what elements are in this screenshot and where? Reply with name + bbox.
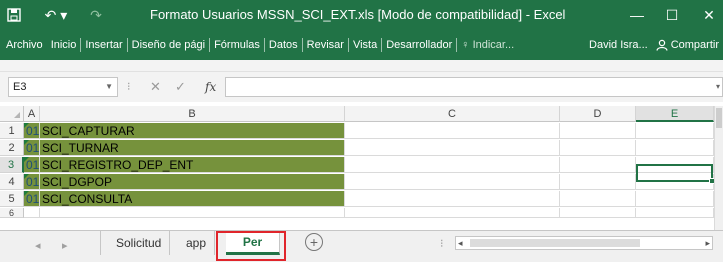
tab-diseno[interactable]: Diseño de pági	[128, 30, 209, 60]
tell-me-box[interactable]: ♀ Indicar...	[457, 30, 518, 60]
cell-e2[interactable]	[636, 140, 714, 156]
annotation-highlight-box	[216, 231, 286, 261]
tab-vista[interactable]: Vista	[349, 30, 381, 60]
minimize-button[interactable]: —	[620, 0, 654, 30]
cell-c6[interactable]	[345, 208, 560, 218]
cell-d6[interactable]	[560, 208, 636, 218]
column-header-a[interactable]: A	[24, 106, 40, 122]
cell-c3[interactable]	[345, 157, 560, 173]
ribbon-collapsed-area	[0, 60, 723, 72]
user-name[interactable]: David Isra...	[589, 39, 648, 51]
share-label: Compartir	[670, 39, 719, 51]
horizontal-scrollbar[interactable]: ◂ ▸	[455, 236, 713, 250]
tab-formulas[interactable]: Fórmulas	[210, 30, 264, 60]
drag-handle-icon[interactable]: ⁝	[440, 237, 444, 250]
title-bar: ↶ ▾ ↷ Formato Usuarios MSSN_SCI_EXT.xls …	[0, 0, 723, 30]
chevron-down-icon[interactable]: ▼	[105, 78, 113, 96]
maximize-button[interactable]: ☐	[655, 0, 689, 30]
horizontal-scroll-thumb[interactable]	[470, 239, 640, 247]
cell-b5[interactable]: SCI_CONSULTA	[40, 191, 345, 207]
formula-input[interactable]: ▾	[225, 77, 723, 97]
tab-inicio[interactable]: Inicio	[47, 30, 81, 60]
sheet-tab-bar: ◂ ▸ Solicitud app Per + ⁝ ◂ ▸	[0, 230, 723, 262]
prev-sheet-icon[interactable]: ◂	[35, 239, 41, 252]
cell-d1[interactable]	[560, 123, 636, 139]
error-indicator-icon	[24, 123, 29, 128]
cancel-icon[interactable]: ✕	[150, 77, 161, 97]
row-header-4[interactable]: 4	[0, 174, 24, 190]
vertical-scrollbar[interactable]	[714, 106, 723, 230]
cell-c4[interactable]	[345, 174, 560, 190]
select-all-icon	[14, 112, 20, 118]
redo-icon[interactable]: ↷	[82, 0, 110, 30]
cell-b3[interactable]: SCI_REGISTRO_DEP_ENT	[40, 157, 345, 173]
cell-e1[interactable]	[636, 123, 714, 139]
expand-formula-icon[interactable]: ▾	[716, 82, 720, 91]
cell-b1[interactable]: SCI_CAPTURAR	[40, 123, 345, 139]
cell-a6[interactable]	[24, 208, 40, 218]
sheet-tab-solicitud[interactable]: Solicitud	[108, 231, 171, 255]
tab-revisar[interactable]: Revisar	[303, 30, 348, 60]
cell-d3[interactable]	[560, 157, 636, 173]
name-box[interactable]: E3 ▼	[8, 77, 118, 97]
row-header-6[interactable]: 6	[0, 208, 24, 218]
cell-e5[interactable]	[636, 191, 714, 207]
name-box-value: E3	[13, 81, 27, 93]
drag-handle-icon[interactable]: ⁝	[127, 77, 131, 97]
cell-b4[interactable]: SCI_DGPOP	[40, 174, 345, 190]
cell-a3[interactable]: 01	[24, 157, 40, 173]
cell-a1[interactable]: 01	[24, 123, 40, 139]
cell-c5[interactable]	[345, 191, 560, 207]
cell-e6[interactable]	[636, 208, 714, 218]
tab-datos[interactable]: Datos	[265, 30, 302, 60]
active-cell-selection	[636, 164, 715, 184]
error-indicator-icon	[24, 191, 29, 196]
error-indicator-icon	[24, 157, 29, 162]
cell-d5[interactable]	[560, 191, 636, 207]
window-title: Formato Usuarios MSSN_SCI_EXT.xls [Modo …	[150, 7, 566, 22]
next-sheet-icon[interactable]: ▸	[62, 239, 68, 252]
row-header-5[interactable]: 5	[0, 191, 24, 207]
cell-c2[interactable]	[345, 140, 560, 156]
undo-icon[interactable]: ↶ ▾	[36, 0, 76, 30]
worksheet-grid: A B C D E 1 01 SCI_CAPTURAR 2 01 SCI_TUR…	[0, 106, 723, 230]
select-all-button[interactable]	[0, 106, 24, 122]
column-header-d[interactable]: D	[560, 106, 636, 122]
row-header-3[interactable]: 3	[0, 157, 24, 173]
column-header-e[interactable]: E	[636, 106, 714, 122]
cell-a4[interactable]: 01	[24, 174, 40, 190]
formula-bar: E3 ▼ ⁝ ✕ ✓ fx ▾	[0, 72, 723, 102]
share-button[interactable]: Compartir	[656, 39, 719, 51]
lightbulb-icon: ♀	[461, 39, 470, 51]
cell-a2[interactable]: 01	[24, 140, 40, 156]
cell-d4[interactable]	[560, 174, 636, 190]
vertical-scroll-thumb[interactable]	[716, 108, 722, 128]
cell-d2[interactable]	[560, 140, 636, 156]
tab-desarrollador[interactable]: Desarrollador	[382, 30, 456, 60]
scroll-left-icon[interactable]: ◂	[458, 237, 463, 249]
error-indicator-icon	[24, 174, 29, 179]
cell-b2[interactable]: SCI_TURNAR	[40, 140, 345, 156]
tab-archivo[interactable]: Archivo	[0, 30, 47, 60]
tab-divider	[100, 231, 101, 255]
column-header-c[interactable]: C	[345, 106, 560, 122]
save-icon[interactable]	[0, 0, 28, 30]
enter-icon[interactable]: ✓	[175, 77, 186, 97]
insert-function-icon[interactable]: fx	[205, 77, 216, 97]
error-indicator-icon	[24, 140, 29, 145]
add-sheet-icon[interactable]: +	[305, 233, 323, 251]
column-header-b[interactable]: B	[40, 106, 345, 122]
cell-c1[interactable]	[345, 123, 560, 139]
sheet-tab-app[interactable]: app	[178, 231, 216, 255]
person-icon	[656, 39, 668, 51]
tell-me-label: Indicar...	[472, 39, 515, 51]
ribbon-tab-bar: Archivo Inicio Insertar Diseño de pági F…	[0, 30, 723, 60]
row-header-2[interactable]: 2	[0, 140, 24, 156]
row-header-1[interactable]: 1	[0, 123, 24, 139]
cell-b6[interactable]	[40, 208, 345, 218]
cell-a5[interactable]: 01	[24, 191, 40, 207]
close-button[interactable]: ✕	[692, 0, 723, 30]
tab-insertar[interactable]: Insertar	[81, 30, 126, 60]
scroll-right-icon[interactable]: ▸	[705, 237, 710, 249]
